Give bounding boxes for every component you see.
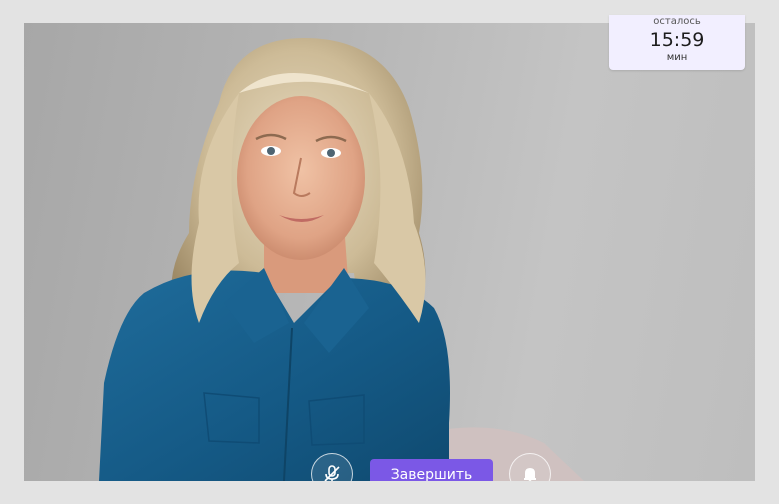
participant-video-image xyxy=(99,38,584,481)
timer-label: осталось xyxy=(653,16,701,27)
timer-value: 15:59 xyxy=(649,29,705,51)
video-call-screen: осталось 15:59 мин Завершить xyxy=(0,0,779,504)
remote-video-feed xyxy=(24,23,755,481)
frame-bottom-border xyxy=(0,481,779,504)
timer-unit: мин xyxy=(666,52,688,63)
time-remaining-panel: осталось 15:59 мин xyxy=(609,15,745,70)
